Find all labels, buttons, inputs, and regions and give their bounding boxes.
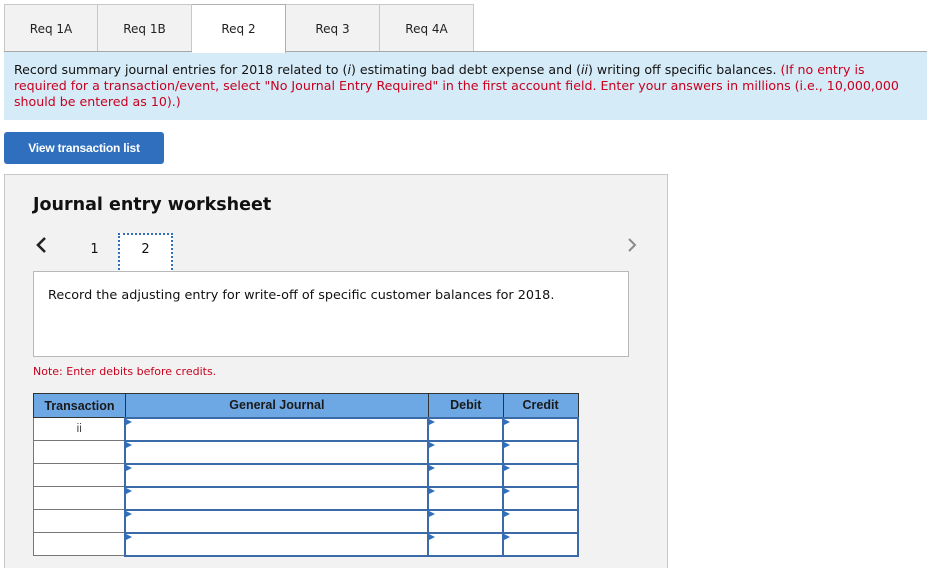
- page-2-button-current[interactable]: 2: [118, 233, 173, 273]
- requirement-tabs: Req 1A Req 1B Req 2 Req 3 Req 4A: [4, 4, 474, 53]
- account-select[interactable]: [124, 439, 430, 465]
- header-credit: Credit: [502, 393, 579, 418]
- tab-req-1b[interactable]: Req 1B: [98, 4, 192, 52]
- credit-input[interactable]: [502, 462, 579, 488]
- instruction-banner: Record summary journal entries for 2018 …: [4, 52, 927, 120]
- header-debit: Debit: [427, 393, 504, 418]
- tab-req-4a[interactable]: Req 4A: [380, 4, 474, 52]
- general-journal-table: Transaction General Journal Debit Credit…: [33, 393, 579, 557]
- chevron-left-icon: [36, 237, 46, 253]
- table-row: [33, 485, 579, 511]
- table-row: ii: [33, 416, 579, 442]
- transaction-cell: [33, 486, 126, 510]
- debit-input[interactable]: [427, 531, 505, 557]
- transaction-cell: ii: [33, 417, 126, 441]
- transaction-cell: [33, 532, 126, 556]
- view-transaction-list-button[interactable]: View transaction list: [4, 132, 164, 164]
- credit-input[interactable]: [502, 416, 579, 442]
- debits-credits-note: Note: Enter debits before credits.: [33, 365, 217, 378]
- instruction-text-2: ) estimating bad debt expense and (: [350, 62, 582, 77]
- transaction-cell: [33, 440, 126, 464]
- account-select[interactable]: [124, 416, 430, 442]
- table-row: [33, 531, 579, 557]
- entry-description: Record the adjusting entry for write-off…: [33, 271, 629, 357]
- tab-req-2[interactable]: Req 2: [192, 4, 286, 53]
- worksheet-title: Journal entry worksheet: [33, 195, 272, 215]
- table-row: [33, 508, 579, 534]
- header-general-journal: General Journal: [124, 393, 429, 418]
- account-select[interactable]: [124, 508, 430, 534]
- debit-input[interactable]: [427, 485, 505, 511]
- instruction-text-1: Record summary journal entries for 2018 …: [14, 62, 348, 77]
- debit-input[interactable]: [427, 462, 505, 488]
- tab-req-3[interactable]: Req 3: [286, 4, 380, 52]
- credit-input[interactable]: [502, 485, 579, 511]
- transaction-cell: [33, 509, 126, 533]
- transaction-cell: [33, 463, 126, 487]
- tab-req-1a[interactable]: Req 1A: [4, 4, 98, 52]
- debit-input[interactable]: [427, 416, 505, 442]
- journal-entry-worksheet-panel: Journal entry worksheet 1 2 Record the a…: [4, 174, 668, 568]
- table-row: [33, 462, 579, 488]
- instruction-text-3: ) writing off specific balances.: [588, 62, 781, 77]
- prev-page-button[interactable]: [35, 235, 49, 255]
- credit-input[interactable]: [502, 439, 579, 465]
- instruction-ii-label: ii: [581, 62, 589, 77]
- account-select[interactable]: [124, 531, 430, 557]
- account-select[interactable]: [124, 462, 430, 488]
- credit-input[interactable]: [502, 531, 579, 557]
- page-1-button[interactable]: 1: [67, 233, 122, 265]
- credit-input[interactable]: [502, 508, 579, 534]
- next-page-button[interactable]: [625, 235, 639, 255]
- table-header-row: Transaction General Journal Debit Credit: [33, 393, 579, 418]
- header-transaction: Transaction: [33, 393, 126, 418]
- debit-input[interactable]: [427, 508, 505, 534]
- debit-input[interactable]: [427, 439, 505, 465]
- table-row: [33, 439, 579, 465]
- chevron-right-icon: [628, 238, 637, 252]
- account-select[interactable]: [124, 485, 430, 511]
